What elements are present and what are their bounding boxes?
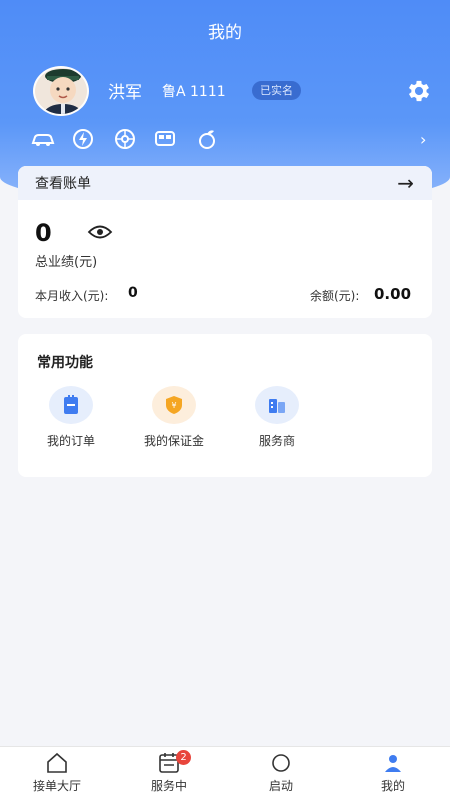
deposit-icon: ¥ — [152, 386, 196, 424]
order-icon — [49, 386, 93, 424]
bolt-icon[interactable] — [70, 127, 96, 151]
launch-icon — [272, 754, 290, 772]
service-provider-label: 服务商 — [258, 434, 295, 448]
total-performance-label: 总业绩(元) — [35, 255, 98, 270]
month-income-label: 本月收入(元): — [35, 289, 109, 303]
fruit-icon[interactable] — [194, 127, 220, 151]
profile-icon — [385, 755, 401, 772]
service-provider-button[interactable]: 服务商 — [232, 386, 322, 449]
tab-order-hall[interactable]: 接单大厅 — [12, 751, 102, 794]
chevron-right-icon[interactable]: › — [420, 130, 426, 149]
tab-order-hall-label: 接单大厅 — [32, 779, 81, 793]
home-icon — [47, 752, 67, 773]
my-deposit-button[interactable]: ¥ 我的保证金 — [129, 386, 219, 449]
total-performance-value: 0 — [35, 219, 52, 247]
arrow-right-icon: → — [397, 171, 414, 195]
gear-icon[interactable] — [405, 77, 433, 105]
view-bill-label: 查看账单 — [35, 176, 91, 192]
avatar[interactable] — [33, 66, 89, 116]
provider-icon — [255, 386, 299, 424]
tab-profile-label: 我的 — [380, 779, 405, 793]
my-deposit-label: 我的保证金 — [143, 434, 204, 448]
my-orders-button[interactable]: 我的订单 — [26, 386, 116, 449]
balance-value: 0.00 — [374, 285, 412, 303]
wheel-icon[interactable] — [112, 127, 138, 151]
tab-profile[interactable]: 我的 — [348, 751, 438, 794]
balance-label: 余额(元): — [310, 289, 360, 303]
month-income-value: 0 — [128, 285, 138, 301]
common-functions-card: 常用功能 我的订单 ¥ 我的保证金 服务商 — [18, 334, 432, 477]
service-icon-row — [28, 127, 428, 151]
my-orders-label: 我的订单 — [46, 434, 95, 448]
page-title: 我的 — [208, 23, 242, 43]
eye-icon[interactable] — [87, 222, 113, 242]
car-icon[interactable] — [30, 127, 56, 151]
user-name: 洪军 — [108, 83, 142, 103]
bill-card: 查看账单 → 0 总业绩(元) 本月收入(元): 0 余额(元): 0.00 — [18, 166, 432, 318]
tab-bar: 接单大厅 2 服务中 启动 我的 — [0, 746, 450, 800]
common-functions-title: 常用功能 — [37, 355, 93, 371]
notification-badge: 2 — [176, 750, 191, 765]
license-plate: 鲁A 1111 — [162, 84, 226, 100]
tab-launch[interactable]: 启动 — [236, 751, 326, 794]
van-icon[interactable] — [152, 127, 178, 151]
svg-text:¥: ¥ — [171, 401, 176, 410]
verified-badge: 已实名 — [252, 81, 301, 100]
tab-launch-label: 启动 — [268, 779, 293, 793]
view-bill-row[interactable]: 查看账单 → — [18, 166, 432, 200]
tab-in-service-label: 服务中 — [150, 779, 187, 793]
tab-in-service[interactable]: 2 服务中 — [124, 750, 214, 794]
